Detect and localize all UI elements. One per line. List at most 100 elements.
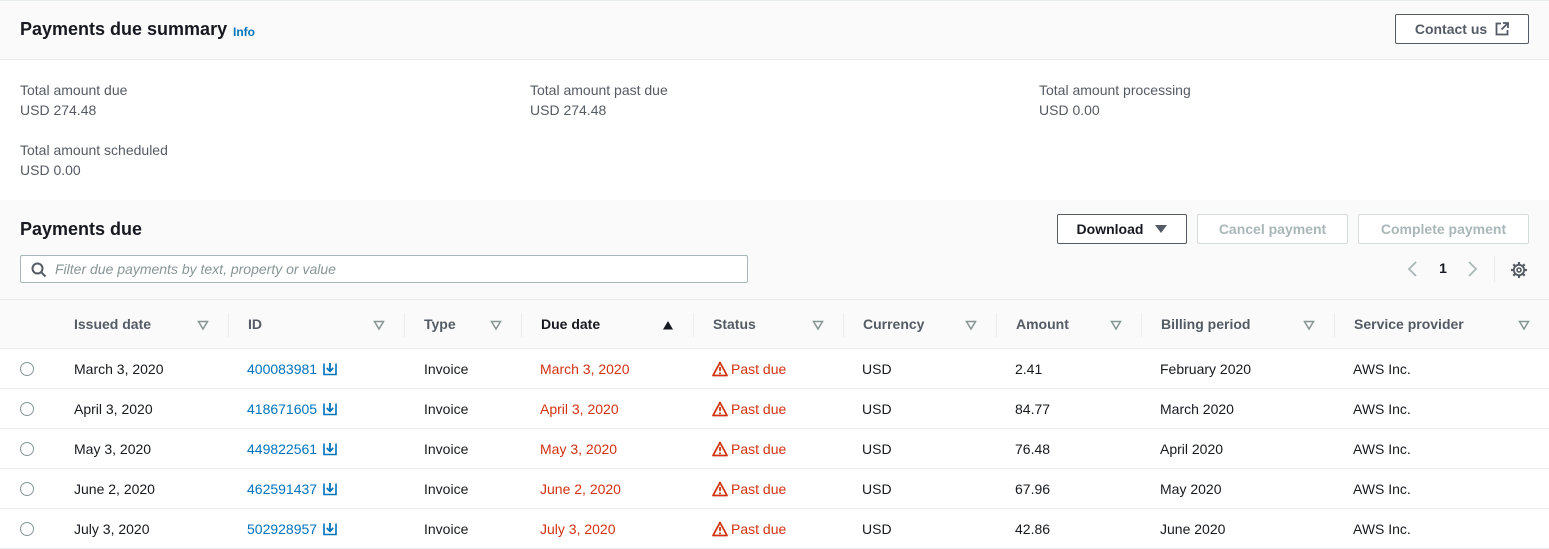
sort-ascending-icon[interactable]: [662, 319, 674, 331]
invoice-id-link[interactable]: 449822561: [247, 441, 317, 457]
warning-icon: [712, 481, 728, 497]
table-row[interactable]: June 2, 2020 462591437 Invoice June 2, 2…: [0, 469, 1549, 509]
download-icon[interactable]: [323, 402, 337, 416]
status-label: Past due: [731, 481, 787, 497]
invoice-id-link[interactable]: 502928957: [247, 521, 317, 537]
invoice-id-link[interactable]: 462591437: [247, 481, 317, 497]
contact-us-button[interactable]: Contact us: [1395, 14, 1529, 44]
table-row[interactable]: July 3, 2020 502928957 Invoice July 3, 2…: [0, 509, 1549, 549]
sort-caret-icon[interactable]: [1303, 319, 1315, 331]
contact-us-label: Contact us: [1414, 21, 1488, 37]
row-select-radio[interactable]: [20, 482, 34, 496]
table-row[interactable]: March 3, 2020 400083981 Invoice March 3,…: [0, 349, 1549, 389]
field-value: USD 274.48: [20, 102, 97, 118]
col-status[interactable]: Status: [693, 300, 843, 349]
table-row[interactable]: April 3, 2020 418671605 Invoice April 3,…: [0, 389, 1549, 429]
service-provider-cell: AWS Inc.: [1353, 441, 1411, 457]
col-label: Type: [424, 316, 456, 332]
row-select-radio[interactable]: [20, 522, 34, 536]
col-service-provider[interactable]: Service provider: [1334, 300, 1549, 349]
info-link[interactable]: Info: [233, 25, 255, 39]
download-icon[interactable]: [323, 362, 337, 376]
currency-cell: USD: [862, 481, 892, 497]
field-label: Total amount processing: [1039, 82, 1191, 98]
chevron-left-icon[interactable]: [1406, 261, 1420, 277]
service-provider-cell: AWS Inc.: [1353, 521, 1411, 537]
field-label: Total amount scheduled: [20, 142, 168, 158]
col-amount[interactable]: Amount: [996, 300, 1141, 349]
col-billing-period[interactable]: Billing period: [1141, 300, 1334, 349]
download-icon[interactable]: [323, 522, 337, 536]
due-date-cell: May 3, 2020: [540, 441, 618, 457]
col-label: Currency: [863, 316, 925, 332]
col-id[interactable]: ID: [228, 300, 404, 349]
due-date-cell: July 3, 2020: [540, 521, 616, 537]
download-label: Download: [1076, 221, 1144, 237]
cancel-payment-button[interactable]: Cancel payment: [1197, 214, 1348, 244]
warning-icon: [712, 401, 728, 417]
download-button[interactable]: Download: [1057, 214, 1187, 244]
invoice-id-link[interactable]: 400083981: [247, 361, 317, 377]
payments-due-title: Payments due: [20, 219, 143, 239]
field-label: Total amount past due: [530, 82, 668, 98]
gear-icon[interactable]: [1510, 261, 1528, 279]
sort-caret-icon[interactable]: [1518, 319, 1530, 331]
amount-cell: 84.77: [1015, 401, 1051, 417]
invoice-id-link[interactable]: 418671605: [247, 401, 317, 417]
total-amount-due: Total amount due USD 274.48: [20, 80, 127, 120]
col-type[interactable]: Type: [404, 300, 521, 349]
row-select-radio[interactable]: [20, 362, 34, 376]
billing-period-cell: March 2020: [1160, 401, 1234, 417]
row-select-radio[interactable]: [20, 402, 34, 416]
warning-icon: [712, 521, 728, 537]
table-row[interactable]: May 3, 2020 449822561 Invoice May 3, 202…: [0, 429, 1549, 469]
warning-icon: [712, 441, 728, 457]
pager-divider: [1494, 256, 1495, 282]
status-cell: Past due: [712, 429, 786, 469]
type-cell: Invoice: [424, 401, 469, 417]
id-cell: 418671605: [247, 389, 337, 429]
sort-caret-icon[interactable]: [1110, 319, 1122, 331]
sort-caret-icon[interactable]: [490, 319, 502, 331]
field-label: Total amount due: [20, 82, 128, 98]
status-cell: Past due: [712, 509, 786, 549]
issued-date-cell: April 3, 2020: [74, 401, 153, 417]
download-icon[interactable]: [323, 482, 337, 496]
id-cell: 449822561: [247, 429, 337, 469]
complete-payment-button[interactable]: Complete payment: [1358, 214, 1529, 244]
type-cell: Invoice: [424, 361, 469, 377]
payments-table: Issued date ID Type Due date Status Curr…: [0, 299, 1549, 549]
col-label: Status: [713, 316, 756, 332]
col-due-date[interactable]: Due date: [521, 300, 693, 349]
issued-date-cell: March 3, 2020: [74, 361, 164, 377]
id-cell: 400083981: [247, 349, 337, 389]
summary-title: Payments due summary: [20, 19, 228, 39]
row-select-radio[interactable]: [20, 442, 34, 456]
sort-caret-icon[interactable]: [965, 319, 977, 331]
billing-period-cell: June 2020: [1160, 521, 1226, 537]
status-label: Past due: [731, 521, 787, 537]
download-icon[interactable]: [323, 442, 337, 456]
sort-caret-icon[interactable]: [373, 319, 385, 331]
sort-caret-icon[interactable]: [812, 319, 824, 331]
col-label: Billing period: [1161, 316, 1251, 332]
col-label: Issued date: [74, 316, 152, 332]
status-cell: Past due: [712, 469, 786, 509]
filter-input[interactable]: [55, 259, 735, 279]
billing-period-cell: February 2020: [1160, 361, 1252, 377]
id-cell: 462591437: [247, 469, 337, 509]
col-label: Due date: [541, 316, 601, 332]
page-number[interactable]: 1: [1436, 260, 1450, 276]
issued-date-cell: July 3, 2020: [74, 521, 150, 537]
col-issued-date[interactable]: Issued date: [54, 300, 228, 349]
id-cell: 502928957: [247, 509, 337, 549]
status-label: Past due: [731, 441, 787, 457]
external-link-icon: [1495, 22, 1510, 36]
currency-cell: USD: [862, 441, 892, 457]
col-currency[interactable]: Currency: [843, 300, 996, 349]
due-date-cell: June 2, 2020: [540, 481, 621, 497]
field-value: USD 0.00: [20, 162, 81, 178]
sort-caret-icon[interactable]: [197, 319, 209, 331]
total-amount-processing: Total amount processing USD 0.00: [1039, 80, 1191, 120]
chevron-right-icon[interactable]: [1465, 261, 1479, 277]
